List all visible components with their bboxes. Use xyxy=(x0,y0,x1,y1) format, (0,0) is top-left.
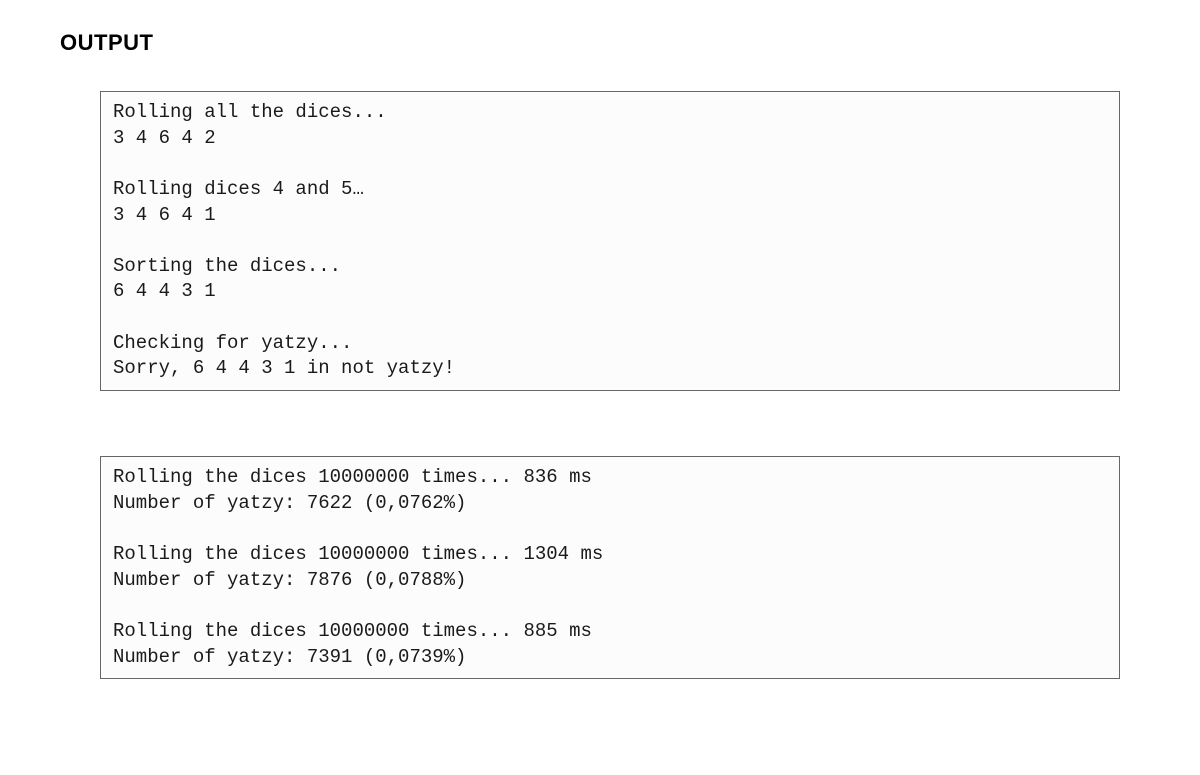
output-block-1: Rolling all the dices... 3 4 6 4 2 Rolli… xyxy=(100,91,1120,391)
spacer xyxy=(60,391,1140,456)
section-heading: OUTPUT xyxy=(60,30,1140,56)
output-block-2: Rolling the dices 10000000 times... 836 … xyxy=(100,456,1120,679)
